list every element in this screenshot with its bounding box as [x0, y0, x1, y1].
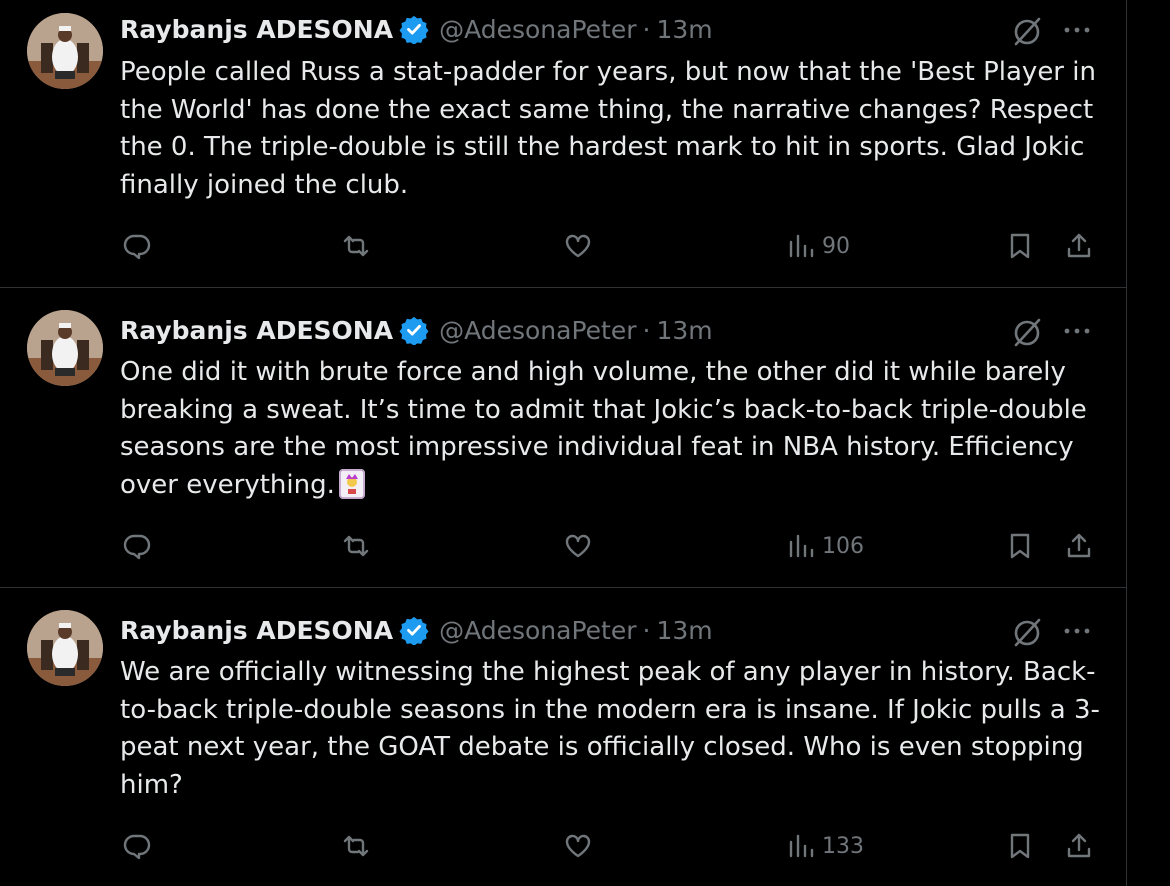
views-button[interactable]: 90 [786, 226, 850, 266]
reply-button[interactable] [122, 226, 152, 266]
tweet-header: Raybanjs ADESONA @AdesonaPeter · 13m [120, 313, 713, 347]
view-count: 106 [822, 533, 864, 559]
heart-icon [565, 234, 591, 258]
author-handle[interactable]: @AdesonaPeter [439, 316, 636, 345]
tweet-text-content: People called Russ a stat-padder for yea… [120, 57, 1096, 200]
tweet-header: Raybanjs ADESONA @AdesonaPeter · 13m [120, 613, 713, 647]
retweet-button[interactable] [341, 526, 371, 566]
retweet-icon [343, 535, 369, 557]
retweet-icon [343, 235, 369, 257]
tweet-3[interactable]: Raybanjs ADESONA @AdesonaPeter · 13m We … [0, 587, 1126, 886]
author-name[interactable]: Raybanjs ADESONA [120, 616, 393, 645]
timestamp[interactable]: 13m [656, 15, 712, 44]
grok-icon[interactable] [1010, 315, 1044, 349]
tweet-1[interactable]: Raybanjs ADESONA @AdesonaPeter · 13m Peo… [0, 0, 1126, 300]
verified-badge-icon [399, 316, 429, 345]
timestamp[interactable]: 13m [656, 616, 712, 645]
separator-dot: · [642, 615, 651, 645]
avatar[interactable] [27, 310, 103, 386]
more-icon[interactable] [1061, 619, 1093, 643]
separator-dot: · [642, 14, 651, 44]
bookmark-icon [1010, 833, 1030, 859]
share-icon [1067, 833, 1091, 858]
like-button[interactable] [563, 826, 593, 866]
bookmark-button[interactable] [1005, 826, 1035, 866]
separator-dot: · [642, 315, 651, 345]
view-count: 133 [822, 833, 864, 859]
tweet-text-content: One did it with brute force and high vol… [120, 357, 1087, 500]
like-button[interactable] [563, 226, 593, 266]
share-button[interactable] [1064, 826, 1094, 866]
like-button[interactable] [563, 526, 593, 566]
bookmark-button[interactable] [1005, 226, 1035, 266]
tweet-text-content: We are officially witnessing the highest… [120, 657, 1100, 800]
reply-icon [123, 834, 151, 860]
joker-emoji [338, 468, 365, 499]
share-button[interactable] [1064, 226, 1094, 266]
tweet-actions: 133 [0, 826, 1126, 866]
more-icon[interactable] [1061, 18, 1093, 42]
timeline: Raybanjs ADESONA @AdesonaPeter · 13m Peo… [0, 0, 1127, 886]
author-handle[interactable]: @AdesonaPeter [439, 15, 636, 44]
more-icon[interactable] [1061, 319, 1093, 343]
views-icon [789, 534, 814, 558]
reply-icon [123, 534, 151, 560]
tweet-text: People called Russ a stat-padder for yea… [120, 54, 1110, 204]
share-icon [1067, 533, 1091, 558]
heart-icon [565, 834, 591, 858]
views-icon [789, 834, 814, 858]
retweet-button[interactable] [341, 226, 371, 266]
avatar[interactable] [27, 13, 103, 89]
bookmark-icon [1010, 533, 1030, 559]
author-name[interactable]: Raybanjs ADESONA [120, 316, 393, 345]
timestamp[interactable]: 13m [656, 316, 712, 345]
avatar[interactable] [27, 610, 103, 686]
view-count: 90 [822, 233, 850, 259]
tweet-2[interactable]: Raybanjs ADESONA @AdesonaPeter · 13m One… [0, 287, 1126, 587]
verified-badge-icon [399, 15, 429, 44]
tweet-actions: 90 [0, 226, 1126, 266]
grok-icon[interactable] [1010, 615, 1044, 649]
tweet-actions: 106 [0, 526, 1126, 566]
bookmark-button[interactable] [1005, 526, 1035, 566]
tweet-text: We are officially witnessing the highest… [120, 654, 1110, 804]
views-button[interactable]: 133 [786, 826, 864, 866]
grok-icon[interactable] [1010, 14, 1044, 48]
reply-button[interactable] [122, 826, 152, 866]
bookmark-icon [1010, 233, 1030, 259]
views-icon [789, 234, 814, 258]
views-button[interactable]: 106 [786, 526, 864, 566]
tweet-header: Raybanjs ADESONA @AdesonaPeter · 13m [120, 12, 713, 46]
tweet-text: One did it with brute force and high vol… [120, 354, 1110, 504]
reply-icon [123, 234, 151, 260]
retweet-button[interactable] [341, 826, 371, 866]
share-icon [1067, 233, 1091, 258]
author-handle[interactable]: @AdesonaPeter [439, 616, 636, 645]
share-button[interactable] [1064, 526, 1094, 566]
verified-badge-icon [399, 616, 429, 645]
retweet-icon [343, 835, 369, 857]
author-name[interactable]: Raybanjs ADESONA [120, 15, 393, 44]
reply-button[interactable] [122, 526, 152, 566]
heart-icon [565, 534, 591, 558]
